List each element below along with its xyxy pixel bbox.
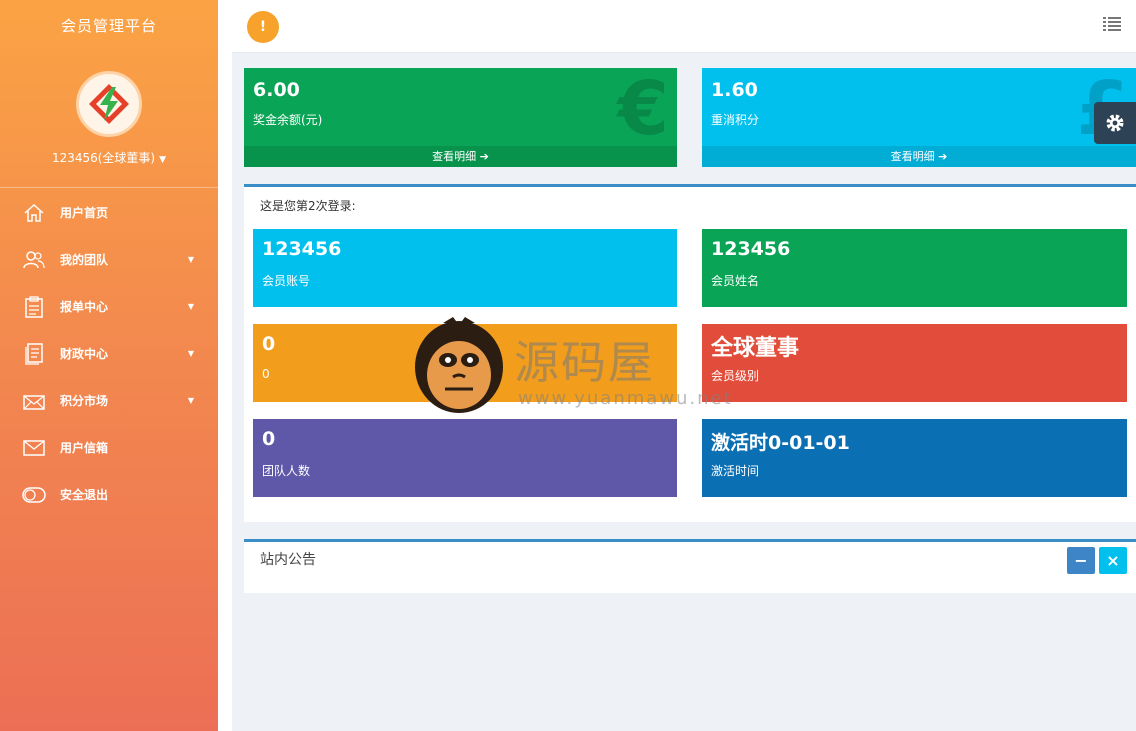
user-dropdown[interactable]: 123456(全球董事) ▼ [0, 149, 218, 166]
sidebar-item-label: 用户首页 [60, 206, 109, 220]
caret-down-icon: ▼ [187, 396, 194, 405]
watermark-text: 源码屋 [514, 336, 656, 389]
sidebar-item-label: 用户信箱 [60, 441, 109, 455]
exclamation-icon: ! [259, 19, 267, 35]
sidebar-item-label: 安全退出 [60, 488, 109, 502]
sidebar-item-market[interactable]: 积分市场 ▼ [0, 377, 218, 424]
brand-title: 会员管理平台 [60, 17, 157, 35]
info-label: 团队人数 [262, 464, 311, 478]
info-label: 0 [262, 367, 270, 381]
sidebar-item-home[interactable]: 用户首页 [0, 189, 218, 236]
sidebar-item-label: 我的团队 [60, 253, 109, 267]
sidebar-item-label: 积分市场 [60, 394, 109, 408]
view-details-link[interactable]: 查看明细 ➔ [702, 146, 1136, 167]
info-value: 0 [262, 428, 276, 450]
toggle-icon [22, 484, 46, 506]
envelope-icon [22, 437, 46, 459]
alert-button[interactable]: ! [247, 11, 279, 43]
minus-icon: − [1074, 551, 1088, 570]
sidebar-menu: 用户首页 我的团队 ▼ 报单中心 ▼ 财政中心 ▼ 积分市场 ▼ 用户信箱 安全… [0, 189, 218, 518]
info-value: 全球董事 [711, 336, 800, 361]
arrow-circle-right-icon: ➔ [479, 150, 489, 163]
mail-open-icon [22, 390, 46, 412]
home-icon [22, 202, 46, 224]
info-card-level: 全球董事 会员级别 [702, 324, 1127, 402]
ledger-icon [22, 342, 46, 365]
sidebar-item-logout[interactable]: 安全退出 [0, 471, 218, 518]
stat-label: 重消积分 [711, 113, 760, 127]
logo-icon [89, 84, 129, 124]
user-name: 123456(全球董事) [51, 151, 156, 165]
info-label: 会员姓名 [711, 274, 760, 288]
consumption-points-tile: 1.60 重消积分 £ 查看明细 ➔ [702, 68, 1136, 167]
collapse-button[interactable]: − [1067, 547, 1095, 574]
close-icon: × [1106, 551, 1120, 570]
info-label: 激活时间 [711, 464, 760, 478]
login-info-panel: 这是您第2次登录: 123456 会员账号 123456 会员姓名 0 0 全球… [244, 184, 1136, 522]
caret-down-icon: ▼ [187, 255, 194, 264]
sidebar-item-finance[interactable]: 财政中心 ▼ [0, 330, 218, 377]
login-count-text: 这是您第2次登录: [260, 199, 356, 213]
sidebar-item-mailbox[interactable]: 用户信箱 [0, 424, 218, 471]
avatar[interactable] [76, 71, 142, 137]
view-details-label: 查看明细 [432, 150, 477, 163]
sidebar-item-label: 财政中心 [60, 347, 109, 361]
arrow-circle-right-icon: ➔ [938, 150, 948, 163]
caret-down-icon: ▼ [187, 302, 194, 311]
stat-value: 6.00 [253, 79, 300, 101]
sidebar-divider [0, 187, 218, 188]
sidebar-item-orders[interactable]: 报单中心 ▼ [0, 283, 218, 330]
info-value: 123456 [711, 238, 791, 260]
info-value: 激活时0-01-01 [711, 432, 850, 454]
caret-down-icon: ▼ [159, 155, 167, 165]
info-label: 会员账号 [262, 274, 311, 288]
team-icon [22, 249, 46, 271]
gear-icon [1106, 114, 1124, 132]
stat-value: 1.60 [711, 79, 758, 101]
top-bar: ! [232, 0, 1136, 53]
caret-down-icon: ▼ [187, 349, 194, 358]
bonus-balance-tile: 6.00 奖金余额(元) € 查看明细 ➔ [244, 68, 677, 167]
info-value: 0 [262, 333, 276, 355]
watermark-logo [415, 317, 503, 413]
info-card-account: 123456 会员账号 [253, 229, 677, 307]
info-card-name: 123456 会员姓名 [702, 229, 1127, 307]
info-card-team-size: 0 团队人数 [253, 419, 677, 497]
notice-panel: 站内公告 − × [244, 539, 1136, 593]
sidebar-item-team[interactable]: 我的团队 ▼ [0, 236, 218, 283]
info-card-activation: 激活时0-01-01 激活时间 [702, 419, 1127, 497]
stat-label: 奖金余额(元) [253, 113, 323, 127]
sidebar-gutter [218, 0, 232, 731]
list-icon[interactable] [1103, 16, 1121, 32]
view-details-label: 查看明细 [890, 150, 935, 163]
view-details-link[interactable]: 查看明细 ➔ [244, 146, 677, 167]
info-value: 123456 [262, 238, 342, 260]
euro-icon: € [617, 68, 670, 152]
clipboard-icon [22, 295, 46, 318]
sidebar-item-label: 报单中心 [60, 300, 109, 314]
sidebar: 会员管理平台 123456(全球董事) ▼ 用户首页 我的团队 ▼ 报单中心 ▼… [0, 0, 218, 731]
close-button[interactable]: × [1099, 547, 1127, 574]
info-label: 会员级别 [711, 369, 760, 383]
watermark-url: www.yuanmawu.net [518, 388, 733, 409]
notice-title: 站内公告 [260, 552, 316, 568]
settings-button[interactable] [1094, 102, 1136, 144]
